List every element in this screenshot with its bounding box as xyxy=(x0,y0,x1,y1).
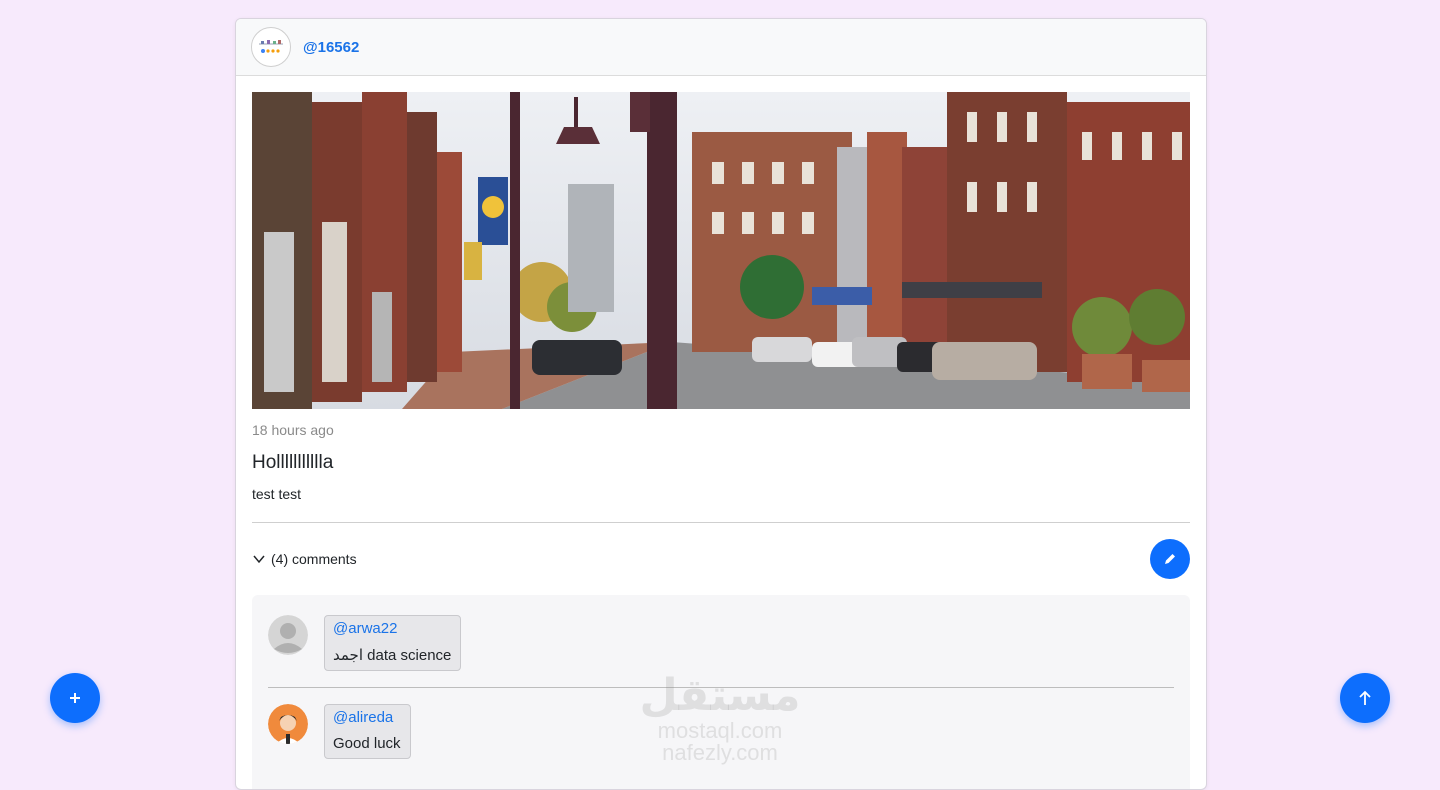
commenter-avatar[interactable] xyxy=(268,615,308,655)
comments-list: @arwa22 اجمد data science @alireda Good … xyxy=(252,595,1190,789)
post-text: test test xyxy=(252,486,302,502)
chevron-down-icon xyxy=(253,555,265,564)
post-card: @16562 18 hours ago Hollllllllllla test … xyxy=(235,18,1207,790)
post-timestamp: 18 hours ago xyxy=(252,422,334,438)
create-post-button[interactable] xyxy=(50,673,100,723)
comment-author-link[interactable]: @arwa22 xyxy=(333,620,451,637)
default-user-icon xyxy=(268,615,308,655)
comment-item: @alireda Good luck xyxy=(268,704,1174,759)
comment-divider xyxy=(268,687,1174,688)
comment-text: Good luck xyxy=(333,735,401,752)
comment-author-link[interactable]: @alireda xyxy=(333,709,401,726)
comment-item: @arwa22 اجمد data science xyxy=(268,615,1174,671)
post-image xyxy=(252,92,1190,409)
pencil-icon xyxy=(1165,554,1175,564)
author-avatar-image xyxy=(255,31,287,63)
post-title: Hollllllllllla xyxy=(252,452,334,473)
comments-count-label: (4) comments xyxy=(271,551,357,567)
comments-toggle[interactable]: (4) comments xyxy=(252,551,357,567)
commenter-avatar[interactable] xyxy=(268,704,308,744)
comment-text: اجمد data science xyxy=(333,647,452,664)
post-header: @16562 xyxy=(236,19,1206,76)
post-body: 18 hours ago Hollllllllllla test test (4… xyxy=(236,76,1206,789)
author-avatar[interactable] xyxy=(251,27,291,67)
comment-bubble: @arwa22 اجمد data science xyxy=(324,615,462,671)
scroll-to-top-button[interactable] xyxy=(1340,673,1390,723)
arrow-up-icon xyxy=(1359,690,1371,705)
plus-icon xyxy=(70,693,80,703)
user-avatar-icon xyxy=(268,704,308,744)
comments-bar: (4) comments xyxy=(252,539,1190,579)
add-comment-button[interactable] xyxy=(1150,539,1190,579)
post-divider xyxy=(252,522,1190,523)
comment-bubble: @alireda Good luck xyxy=(324,704,411,759)
author-username-link[interactable]: @16562 xyxy=(303,39,359,56)
